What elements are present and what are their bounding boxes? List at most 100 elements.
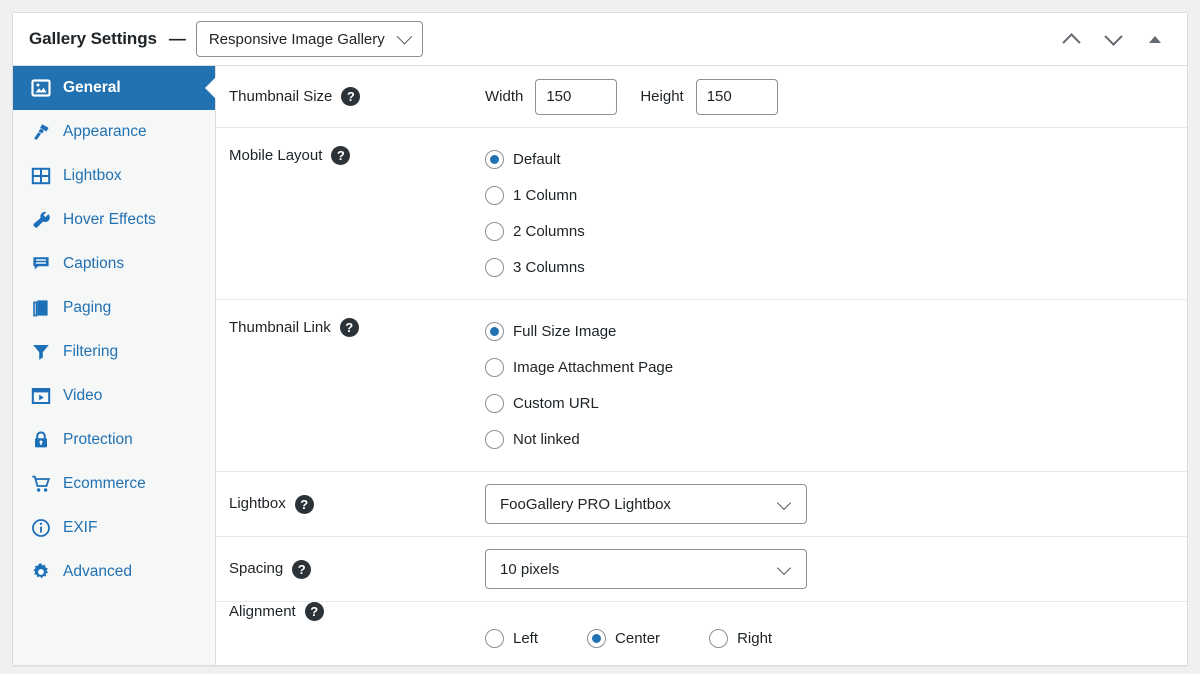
sidebar-item-ecommerce[interactable]: Ecommerce bbox=[13, 462, 215, 506]
thumbnail-size-label-cell: Thumbnail Size ? bbox=[229, 87, 485, 106]
radio-option-2-columns[interactable]: 2 Columns bbox=[485, 213, 1187, 249]
mobile-layout-radio-group: Default 1 Column 2 Columns 3 Columns bbox=[485, 128, 1187, 299]
radio-label: Left bbox=[513, 629, 539, 647]
move-down-button[interactable] bbox=[1099, 25, 1127, 53]
sidebar-item-lightbox[interactable]: Lightbox bbox=[13, 154, 215, 198]
collapse-panel-button[interactable] bbox=[1141, 25, 1169, 53]
radio-indicator bbox=[485, 185, 504, 205]
move-up-button[interactable] bbox=[1057, 25, 1085, 53]
cart-icon bbox=[30, 473, 52, 495]
radio-option-full-size-image[interactable]: Full Size Image bbox=[485, 313, 1187, 349]
sidebar-item-video[interactable]: Video bbox=[13, 374, 215, 418]
radio-indicator bbox=[485, 357, 504, 377]
settings-sidebar: General Appearance Lightbox Hover Effect… bbox=[13, 66, 216, 665]
setting-label: Thumbnail Size bbox=[229, 87, 333, 105]
setting-row-mobile-layout: Mobile Layout ? Default 1 Column 2 Colum… bbox=[216, 128, 1187, 300]
radio-option-custom-url[interactable]: Custom URL bbox=[485, 385, 1187, 421]
sidebar-item-captions[interactable]: Captions bbox=[13, 242, 215, 286]
radio-option-3-columns[interactable]: 3 Columns bbox=[485, 249, 1187, 285]
gallery-settings-panel: Gallery Settings — Responsive Image Gall… bbox=[12, 12, 1188, 666]
radio-label: 3 Columns bbox=[513, 258, 585, 276]
spacing-field: 10 pixels bbox=[485, 549, 1187, 589]
setting-label: Thumbnail Link bbox=[229, 318, 331, 336]
sidebar-item-label: Lightbox bbox=[63, 167, 122, 184]
book-icon bbox=[30, 297, 52, 319]
sidebar-item-hover-effects[interactable]: Hover Effects bbox=[13, 198, 215, 242]
sidebar-item-general[interactable]: General bbox=[13, 66, 215, 110]
radio-option-not-linked[interactable]: Not linked bbox=[485, 421, 1187, 457]
width-label: Width bbox=[485, 88, 524, 105]
chevron-down-icon bbox=[776, 495, 792, 511]
radio-option-default[interactable]: Default bbox=[485, 141, 1187, 177]
chevron-up-icon bbox=[1061, 32, 1081, 52]
gallery-template-select[interactable]: Responsive Image Gallery bbox=[195, 21, 423, 57]
setting-row-lightbox: Lightbox ? FooGallery PRO Lightbox bbox=[216, 472, 1187, 537]
help-icon[interactable]: ? bbox=[331, 146, 351, 165]
help-icon[interactable]: ? bbox=[292, 559, 312, 579]
screen: Gallery Settings — Responsive Image Gall… bbox=[0, 0, 1200, 674]
sidebar-item-label: EXIF bbox=[63, 519, 98, 536]
radio-label: Center bbox=[615, 629, 661, 647]
lightbox-select-value: FooGallery PRO Lightbox bbox=[500, 495, 671, 513]
radio-indicator bbox=[485, 221, 504, 241]
setting-row-alignment: Alignment ? Left Center Right bbox=[216, 602, 1187, 665]
radio-option-left[interactable]: Left bbox=[485, 628, 539, 648]
radio-indicator bbox=[485, 429, 504, 449]
brush-icon bbox=[30, 121, 52, 143]
help-icon[interactable]: ? bbox=[294, 494, 314, 514]
sidebar-item-label: Protection bbox=[63, 431, 133, 448]
grid-icon bbox=[30, 165, 52, 187]
radio-label: Not linked bbox=[513, 430, 580, 448]
setting-label: Mobile Layout bbox=[229, 146, 323, 164]
radio-label: Custom URL bbox=[513, 394, 599, 412]
sidebar-item-exif[interactable]: EXIF bbox=[13, 506, 215, 550]
sidebar-item-label: Hover Effects bbox=[63, 211, 156, 228]
radio-option-image-attachment-page[interactable]: Image Attachment Page bbox=[485, 349, 1187, 385]
sidebar-item-protection[interactable]: Protection bbox=[13, 418, 215, 462]
help-icon[interactable]: ? bbox=[339, 318, 359, 337]
radio-indicator bbox=[485, 257, 504, 277]
thumbnail-link-options: Full Size Image Image Attachment Page Cu… bbox=[485, 300, 1187, 471]
radio-option-right[interactable]: Right bbox=[709, 628, 772, 648]
wrench-icon bbox=[30, 209, 52, 231]
setting-label: Lightbox bbox=[229, 495, 286, 512]
alignment-radio-group: Left Center Right bbox=[485, 602, 1187, 665]
sidebar-item-advanced[interactable]: Advanced bbox=[13, 550, 215, 594]
title-dash: — bbox=[168, 29, 186, 48]
sidebar-item-paging[interactable]: Paging bbox=[13, 286, 215, 330]
radio-option-1-column[interactable]: 1 Column bbox=[485, 177, 1187, 213]
help-icon[interactable]: ? bbox=[304, 602, 324, 621]
lightbox-label-cell: Lightbox ? bbox=[229, 494, 485, 514]
mobile-layout-label-cell: Mobile Layout ? bbox=[229, 128, 485, 165]
sidebar-item-label: Appearance bbox=[63, 123, 147, 140]
setting-row-spacing: Spacing ? 10 pixels bbox=[216, 537, 1187, 602]
gallery-template-value: Responsive Image Gallery bbox=[208, 30, 385, 48]
panel-header: Gallery Settings — Responsive Image Gall… bbox=[13, 13, 1187, 66]
thumbnail-link-label-cell: Thumbnail Link ? bbox=[229, 300, 485, 337]
setting-row-thumbnail-size: Thumbnail Size ? Width Height bbox=[216, 66, 1187, 128]
radio-indicator bbox=[709, 628, 729, 648]
radio-label: Default bbox=[513, 150, 561, 168]
thumbnail-width-input[interactable] bbox=[535, 78, 618, 115]
lightbox-select[interactable]: FooGallery PRO Lightbox bbox=[485, 484, 807, 524]
spacing-select[interactable]: 10 pixels bbox=[485, 549, 807, 589]
spacing-label-cell: Spacing ? bbox=[229, 559, 485, 579]
triangle-up-icon bbox=[1149, 35, 1161, 43]
funnel-icon bbox=[30, 341, 52, 363]
image-icon bbox=[30, 77, 52, 99]
radio-label: 1 Column bbox=[513, 186, 578, 204]
radio-option-center[interactable]: Center bbox=[587, 628, 661, 648]
sidebar-item-label: General bbox=[63, 79, 121, 96]
thumbnail-height-input[interactable] bbox=[695, 78, 778, 115]
height-label: Height bbox=[640, 88, 684, 105]
sidebar-item-filtering[interactable]: Filtering bbox=[13, 330, 215, 374]
radio-indicator bbox=[485, 393, 504, 413]
sidebar-item-label: Filtering bbox=[63, 343, 119, 360]
help-icon[interactable]: ? bbox=[341, 87, 361, 106]
sidebar-item-label: Advanced bbox=[63, 563, 132, 580]
lock-icon bbox=[30, 429, 52, 451]
info-icon bbox=[30, 517, 52, 539]
sidebar-item-label: Paging bbox=[63, 299, 112, 316]
sidebar-item-appearance[interactable]: Appearance bbox=[13, 110, 215, 154]
radio-indicator bbox=[485, 628, 504, 648]
